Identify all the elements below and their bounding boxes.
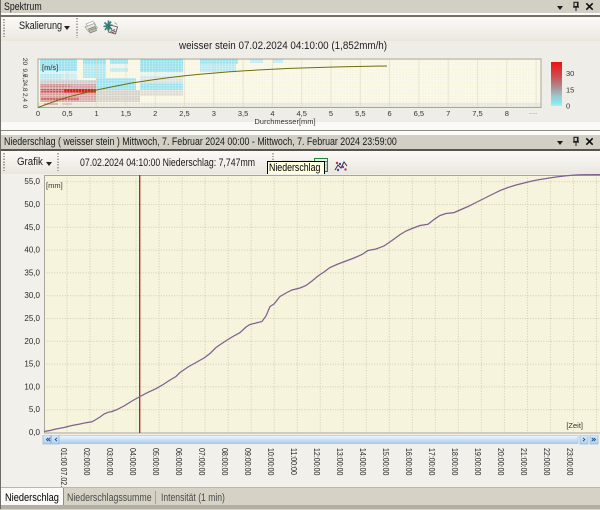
svg-text:3: 3 [212, 109, 216, 118]
svg-text:[mm]: [mm] [46, 181, 63, 190]
svg-text:15,0: 15,0 [24, 360, 40, 369]
svg-text:0: 0 [566, 102, 570, 111]
svg-text:30: 30 [566, 69, 574, 78]
svg-text:40,0: 40,0 [24, 246, 40, 255]
svg-text:55,0: 55,0 [24, 177, 40, 186]
svg-text:5,0: 5,0 [29, 405, 41, 414]
svg-text:35,0: 35,0 [24, 268, 40, 277]
svg-text:8: 8 [505, 109, 509, 118]
svg-text:1,5: 1,5 [121, 109, 131, 118]
svg-text:45,0: 45,0 [24, 223, 40, 232]
svg-text:2,5: 2,5 [179, 109, 189, 118]
svg-text:15: 15 [566, 86, 574, 95]
svg-text:20: 20 [21, 58, 28, 66]
svg-text:4,8: 4,8 [21, 82, 28, 91]
svg-text:0,5: 0,5 [62, 109, 72, 118]
svg-text:2,4: 2,4 [21, 93, 28, 102]
svg-text:1: 1 [95, 109, 99, 118]
svg-text:50,0: 50,0 [24, 200, 40, 209]
svg-text:Durchmesser[mm]: Durchmesser[mm] [254, 117, 315, 126]
svg-text:3,5: 3,5 [238, 109, 248, 118]
svg-text:2: 2 [153, 109, 157, 118]
svg-text:[m/s]: [m/s] [42, 63, 58, 72]
svg-text:10,0: 10,0 [24, 382, 40, 391]
svg-text:0: 0 [36, 109, 40, 118]
svg-text:7,5: 7,5 [472, 109, 482, 118]
svg-text:5,5: 5,5 [355, 109, 365, 118]
svg-text:25,0: 25,0 [24, 314, 40, 323]
svg-text:20,0: 20,0 [24, 337, 40, 346]
svg-text:0: 0 [21, 105, 28, 109]
svg-text:7: 7 [446, 109, 450, 118]
svg-text:5: 5 [329, 109, 333, 118]
svg-text:30,0: 30,0 [24, 291, 40, 300]
svg-text:6: 6 [388, 109, 392, 118]
svg-text:[Zeit]: [Zeit] [566, 421, 583, 430]
svg-text:6,5: 6,5 [414, 109, 424, 118]
svg-text:....: .... [529, 107, 537, 116]
